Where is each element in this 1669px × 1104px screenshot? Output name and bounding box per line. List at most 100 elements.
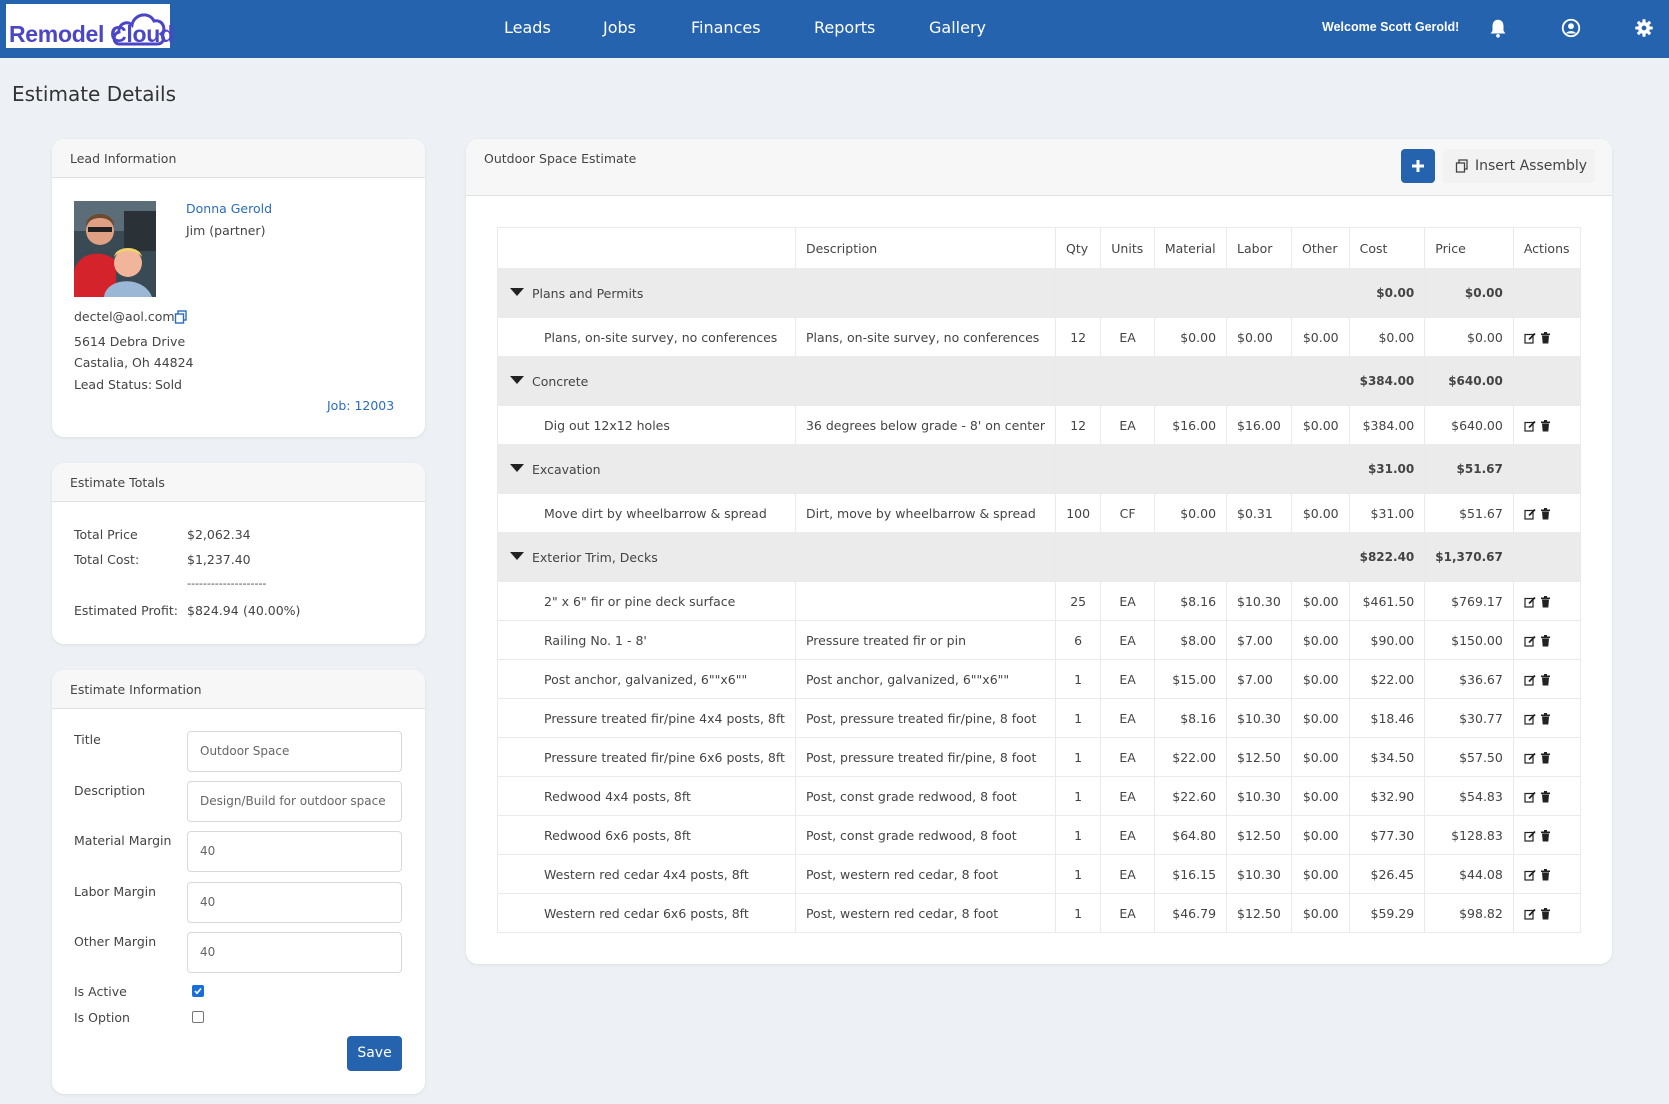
item-price: $98.82: [1424, 893, 1514, 933]
estimated-profit-label: Estimated Profit:: [74, 603, 178, 618]
gear-icon[interactable]: [1633, 17, 1655, 39]
edit-icon[interactable]: [1524, 713, 1536, 725]
title-input[interactable]: Outdoor Space: [187, 731, 402, 772]
trash-icon[interactable]: [1540, 420, 1551, 432]
trash-icon[interactable]: [1540, 791, 1551, 803]
item-actions: [1512, 581, 1582, 621]
edit-icon[interactable]: [1524, 635, 1536, 647]
item-actions: [1512, 317, 1582, 357]
item-cost: $384.00: [1348, 405, 1426, 445]
other-margin-input[interactable]: 40: [187, 932, 402, 973]
user-circle-icon[interactable]: [1560, 17, 1582, 39]
table-header-row: Description Qty Units Material Labor Oth…: [497, 227, 1582, 269]
trash-icon[interactable]: [1540, 508, 1551, 520]
description-label: Description: [74, 783, 146, 798]
group-toggle[interactable]: Exterior Trim, Decks: [497, 532, 796, 582]
add-line-button[interactable]: [1401, 149, 1435, 183]
nav-finances[interactable]: Finances: [691, 0, 761, 58]
item-description: Dirt, move by wheelbarrow & spread: [794, 493, 1057, 533]
trash-icon[interactable]: [1540, 635, 1551, 647]
nav-leads[interactable]: Leads: [504, 0, 551, 58]
totals-divider: --------------------: [187, 577, 267, 590]
trash-icon[interactable]: [1540, 908, 1551, 920]
material-margin-input[interactable]: 40: [187, 831, 402, 872]
copy-icon[interactable]: [174, 310, 188, 324]
item-name: Western red cedar 4x4 posts, 8ft: [497, 854, 796, 894]
lead-name-link[interactable]: Donna Gerold: [186, 201, 272, 216]
group-toggle[interactable]: Plans and Permits: [497, 268, 796, 318]
is-option-label: Is Option: [74, 1010, 130, 1025]
item-name: Pressure treated fir/pine 6x6 posts, 8ft: [497, 737, 796, 777]
table-row: Western red cedar 6x6 posts, 8ft Post, we…: [497, 893, 1582, 933]
group-name: Excavation: [532, 461, 601, 477]
lead-address-line1: 5614 Debra Drive: [74, 334, 186, 349]
edit-icon[interactable]: [1524, 674, 1536, 686]
edit-icon[interactable]: [1524, 830, 1536, 842]
item-name: Plans, on-site survey, no conferences: [497, 317, 796, 357]
item-material: $46.79: [1153, 893, 1228, 933]
edit-icon[interactable]: [1524, 332, 1536, 344]
item-units: EA: [1100, 405, 1155, 445]
item-material: $15.00: [1153, 659, 1228, 699]
lead-email: dectel@aol.com: [74, 309, 175, 324]
edit-icon[interactable]: [1524, 596, 1536, 608]
item-labor: $10.30: [1226, 581, 1293, 621]
item-cost: $18.46: [1348, 698, 1426, 738]
item-name: Post anchor, galvanized, 6""x6"": [497, 659, 796, 699]
total-cost-value: $1,237.40: [187, 552, 251, 567]
nav-reports[interactable]: Reports: [814, 0, 875, 58]
nav-jobs[interactable]: Jobs: [603, 0, 636, 58]
description-input[interactable]: Design/Build for outdoor space: [187, 781, 402, 822]
item-name: Redwood 4x4 posts, 8ft: [497, 776, 796, 816]
item-description: Post, pressure treated fir/pine, 8 foot: [794, 737, 1057, 777]
edit-icon[interactable]: [1524, 508, 1536, 520]
lead-partner: Jim (partner): [186, 223, 266, 238]
item-units: EA: [1100, 581, 1155, 621]
item-other: $0.00: [1291, 659, 1350, 699]
item-description: Plans, on-site survey, no conferences: [794, 317, 1057, 357]
trash-icon[interactable]: [1540, 869, 1551, 881]
is-active-checkbox[interactable]: [192, 985, 204, 997]
trash-icon[interactable]: [1540, 596, 1551, 608]
edit-icon[interactable]: [1524, 791, 1536, 803]
item-labor: $0.31: [1226, 493, 1293, 533]
is-option-checkbox[interactable]: [192, 1011, 204, 1023]
group-toggle[interactable]: Concrete: [497, 356, 796, 406]
group-row: Excavation $31.00 $51.67: [497, 444, 1582, 494]
item-other: $0.00: [1291, 737, 1350, 777]
item-actions: [1512, 776, 1582, 816]
group-cost: $822.40: [1348, 532, 1426, 582]
insert-assembly-button[interactable]: Insert Assembly: [1443, 149, 1595, 183]
item-material: $0.00: [1153, 493, 1228, 533]
item-price: $54.83: [1424, 776, 1514, 816]
edit-icon[interactable]: [1524, 752, 1536, 764]
item-name: Pressure treated fir/pine 4x4 posts, 8ft: [497, 698, 796, 738]
item-units: EA: [1100, 776, 1155, 816]
trash-icon[interactable]: [1540, 752, 1551, 764]
trash-icon[interactable]: [1540, 332, 1551, 344]
item-qty: 1: [1055, 893, 1102, 933]
item-actions: [1512, 405, 1582, 445]
edit-icon[interactable]: [1524, 420, 1536, 432]
group-toggle[interactable]: Excavation: [497, 444, 796, 494]
bell-icon[interactable]: [1487, 17, 1509, 39]
item-description: Post, western red cedar, 8 foot: [794, 854, 1057, 894]
logo-text: Remodel Cloud: [9, 21, 174, 47]
item-qty: 1: [1055, 737, 1102, 777]
nav-gallery[interactable]: Gallery: [929, 0, 986, 58]
trash-icon[interactable]: [1540, 674, 1551, 686]
labor-margin-input[interactable]: 40: [187, 882, 402, 923]
trash-icon[interactable]: [1540, 830, 1551, 842]
trash-icon[interactable]: [1540, 713, 1551, 725]
group-cost: $31.00: [1348, 444, 1426, 494]
edit-icon[interactable]: [1524, 869, 1536, 881]
logo[interactable]: Remodel Cloud: [6, 4, 174, 48]
item-qty: 1: [1055, 659, 1102, 699]
item-labor: $7.00: [1226, 620, 1293, 660]
edit-icon[interactable]: [1524, 908, 1536, 920]
save-button[interactable]: Save: [347, 1036, 402, 1071]
item-labor: $10.30: [1226, 698, 1293, 738]
item-qty: 100: [1055, 493, 1102, 533]
job-link[interactable]: Job: 12003: [327, 398, 394, 413]
item-other: $0.00: [1291, 581, 1350, 621]
